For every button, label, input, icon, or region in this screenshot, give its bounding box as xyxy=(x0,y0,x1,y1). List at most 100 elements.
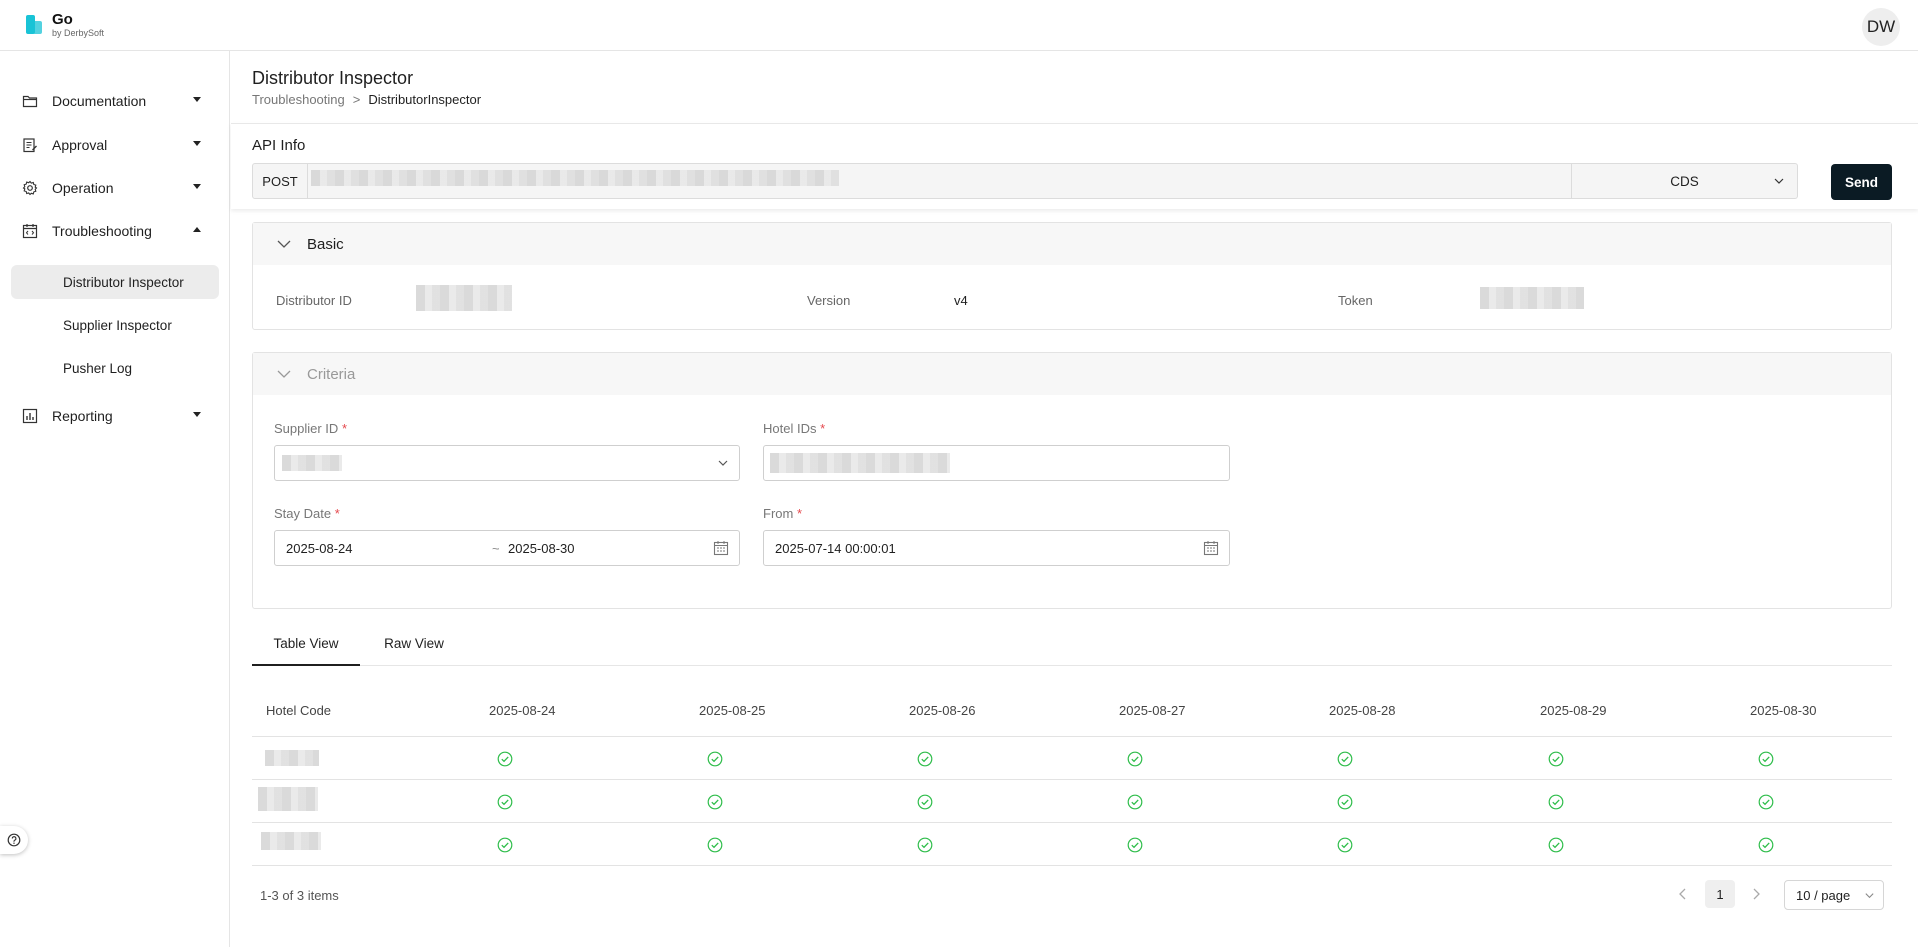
check-circle-icon xyxy=(1758,837,1774,853)
stay-date-range-picker[interactable]: 2025-08-24 ~ 2025-08-30 xyxy=(274,530,740,566)
breadcrumb-current: DistributorInspector xyxy=(368,92,482,107)
caret-up-icon xyxy=(193,227,201,232)
check-circle-icon xyxy=(1548,837,1564,853)
api-info-title: API Info xyxy=(252,137,306,154)
sidebar-item-label: Documentation xyxy=(52,93,147,109)
logo-title: Go xyxy=(52,11,73,28)
main-content: Distributor Inspector Troubleshooting > … xyxy=(231,51,1918,947)
breadcrumb-troubleshooting[interactable]: Troubleshooting xyxy=(252,92,345,107)
distributor-id-value xyxy=(416,285,512,311)
chevron-down-icon xyxy=(1865,893,1874,899)
hotel-ids-value xyxy=(770,453,950,473)
top-bar: Go by DerbySoft DW xyxy=(0,0,1918,51)
sidebar-item-approval[interactable]: Approval xyxy=(0,125,229,165)
criteria-panel-header[interactable]: Criteria xyxy=(253,353,1891,395)
sidebar-item-documentation[interactable]: Documentation xyxy=(0,81,229,121)
tab-table-view[interactable]: Table View xyxy=(252,636,360,666)
basic-panel-header[interactable]: Basic xyxy=(253,223,1891,265)
sidebar-subitem-label: Distributor Inspector xyxy=(63,274,184,290)
breadcrumb: Troubleshooting > DistributorInspector xyxy=(252,92,481,107)
check-circle-icon xyxy=(1127,837,1143,853)
supplier-id-label: Supplier ID * xyxy=(274,421,347,436)
environment-value: CDS xyxy=(1670,173,1699,189)
column-header-date: 2025-08-28 xyxy=(1329,703,1396,718)
calendar-icon xyxy=(1203,541,1219,556)
help-button[interactable] xyxy=(0,826,28,854)
api-info-bar: API Info POST CDS Send xyxy=(231,123,1918,209)
check-circle-icon xyxy=(707,751,723,767)
token-value xyxy=(1480,287,1584,309)
check-circle-icon xyxy=(1337,751,1353,767)
criteria-panel: Criteria Supplier ID * Hotel IDs * Stay … xyxy=(252,352,1892,609)
column-header-date: 2025-08-26 xyxy=(909,703,976,718)
page-size-value: 10 / page xyxy=(1796,887,1851,903)
table-header: Hotel Code 2025-08-24 2025-08-25 2025-08… xyxy=(252,681,1892,737)
api-request-input[interactable]: POST CDS xyxy=(252,163,1798,199)
caret-down-icon xyxy=(193,412,201,417)
table-row xyxy=(252,737,1892,780)
stay-date-start[interactable]: 2025-08-24 xyxy=(286,541,353,556)
check-circle-icon xyxy=(917,794,933,810)
logo-subtitle: by DerbySoft xyxy=(52,28,105,38)
chevron-down-icon xyxy=(277,240,291,248)
bar-chart-icon xyxy=(22,408,38,424)
check-circle-icon xyxy=(1127,794,1143,810)
hotel-ids-label: Hotel IDs * xyxy=(763,421,826,436)
basic-panel-title: Basic xyxy=(307,235,344,253)
sidebar-item-troubleshooting[interactable]: Troubleshooting xyxy=(0,211,229,251)
check-circle-icon xyxy=(497,751,513,767)
api-url-field[interactable] xyxy=(308,164,1571,198)
check-circle-icon xyxy=(1548,751,1564,767)
sidebar-item-label: Operation xyxy=(52,180,114,196)
chevron-down-icon xyxy=(718,460,728,466)
check-circle-icon xyxy=(1758,751,1774,767)
sidebar-subitem-label: Pusher Log xyxy=(63,360,133,376)
sidebar-item-reporting[interactable]: Reporting xyxy=(0,396,229,436)
caret-down-icon xyxy=(193,97,201,102)
date-range-separator: ~ xyxy=(492,541,500,556)
check-circle-icon xyxy=(1758,794,1774,810)
supplier-id-select[interactable] xyxy=(274,445,740,481)
page-number-current[interactable]: 1 xyxy=(1705,880,1735,908)
from-datetime-picker[interactable]: 2025-07-14 00:00:01 xyxy=(763,530,1230,566)
send-button[interactable]: Send xyxy=(1831,164,1892,200)
sidebar-subitem-supplier-inspector[interactable]: Supplier Inspector xyxy=(11,308,219,342)
http-method: POST xyxy=(253,164,308,198)
chevron-down-icon xyxy=(1774,178,1784,184)
check-circle-icon xyxy=(917,751,933,767)
chevron-left-icon[interactable] xyxy=(1676,887,1690,901)
distributor-id-label: Distributor ID xyxy=(276,293,352,308)
table-row xyxy=(252,780,1892,823)
redacted-url xyxy=(311,170,839,186)
page-title: Distributor Inspector xyxy=(252,68,414,88)
sidebar: Documentation Approval Operation Trouble… xyxy=(0,51,230,947)
user-avatar[interactable]: DW xyxy=(1862,8,1900,46)
version-value: v4 xyxy=(954,293,968,308)
hotel-ids-input[interactable] xyxy=(763,445,1230,481)
check-circle-icon xyxy=(917,837,933,853)
calendar-code-icon xyxy=(22,224,38,239)
sidebar-item-label: Approval xyxy=(52,137,108,153)
table-row xyxy=(252,823,1892,866)
page-size-select[interactable]: 10 / page xyxy=(1784,880,1884,910)
sidebar-subitem-label: Supplier Inspector xyxy=(63,317,172,333)
chevron-right-icon[interactable] xyxy=(1749,887,1763,901)
basic-panel: Basic Distributor ID Version v4 Token xyxy=(252,222,1892,330)
gear-icon xyxy=(22,180,38,196)
check-circle-icon xyxy=(707,837,723,853)
token-label: Token xyxy=(1338,293,1373,308)
stay-date-end[interactable]: 2025-08-30 xyxy=(508,541,575,556)
app-logo[interactable]: Go by DerbySoft xyxy=(24,12,104,39)
sidebar-subitem-pusher-log[interactable]: Pusher Log xyxy=(11,351,219,385)
from-value: 2025-07-14 00:00:01 xyxy=(775,541,896,556)
pagination-summary: 1-3 of 3 items xyxy=(260,888,339,903)
check-circle-icon xyxy=(497,837,513,853)
redacted-hotel-code xyxy=(258,787,318,811)
sidebar-subitem-distributor-inspector[interactable]: Distributor Inspector xyxy=(11,265,219,299)
sidebar-item-operation[interactable]: Operation xyxy=(0,168,229,208)
tab-raw-view[interactable]: Raw View xyxy=(360,636,468,666)
folder-icon xyxy=(22,95,38,108)
column-header-date: 2025-08-29 xyxy=(1540,703,1607,718)
environment-select[interactable]: CDS xyxy=(1571,164,1797,198)
criteria-panel-title: Criteria xyxy=(307,365,356,383)
